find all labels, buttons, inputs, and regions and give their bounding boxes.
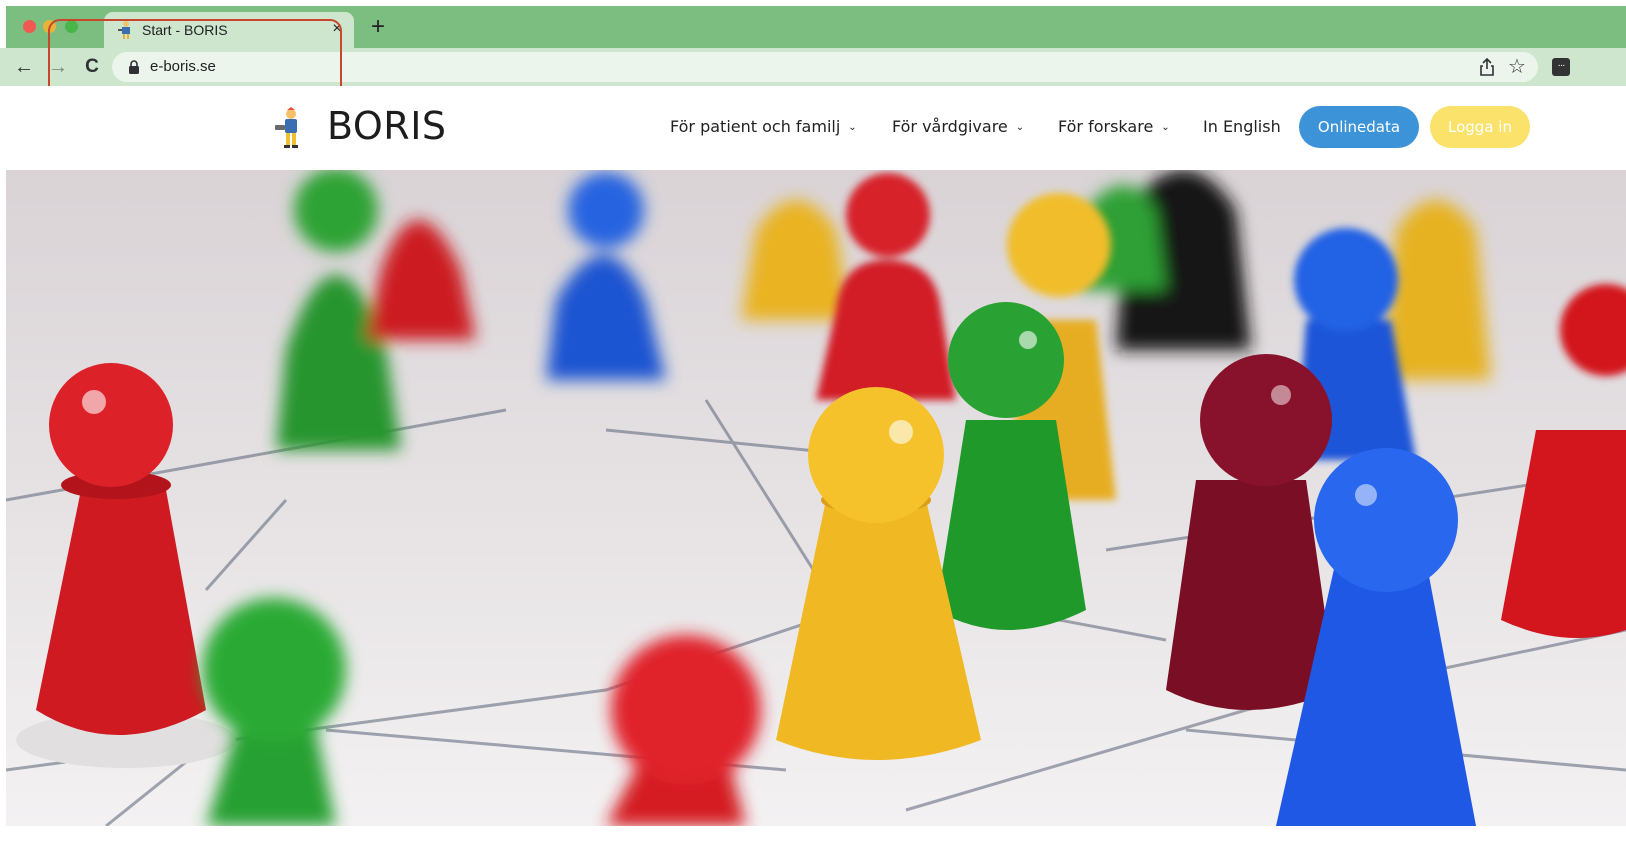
menu-researchers[interactable]: För forskare ⌄	[1058, 117, 1170, 136]
browser-tab-active[interactable]: Start - BORIS ×	[104, 12, 354, 48]
lock-icon	[129, 60, 139, 74]
minimize-window-button[interactable]	[43, 20, 56, 33]
url-text[interactable]: e-boris.se	[150, 58, 216, 75]
chevron-down-icon: ⌄	[1015, 122, 1025, 133]
site-header: BORIS För patient och familj ⌄ För vårdgi…	[6, 86, 1626, 170]
browser-tab-strip: Start - BORIS × +	[6, 6, 1626, 48]
browser-toolbar: ← → C e-boris.se ☆ ···	[0, 48, 1626, 86]
bookmark-star-icon[interactable]: ☆	[1506, 55, 1528, 79]
tab-title: Start - BORIS	[142, 22, 228, 38]
onlinedata-button[interactable]: Onlinedata	[1299, 106, 1419, 148]
share-icon[interactable]	[1478, 57, 1496, 77]
close-window-button[interactable]	[23, 20, 36, 33]
address-bar[interactable]: e-boris.se ☆	[112, 52, 1538, 82]
hero-image	[6, 170, 1626, 826]
extension-icon[interactable]: ···	[1552, 58, 1570, 76]
forward-arrow-icon[interactable]: →	[45, 54, 71, 80]
maximize-window-button[interactable]	[65, 20, 78, 33]
chevron-down-icon: ⌄	[1161, 122, 1170, 133]
menu-caregivers[interactable]: För vårdgivare ⌄	[892, 117, 1024, 136]
menu-label: För forskare	[1058, 117, 1154, 136]
tab-close-icon[interactable]: ×	[328, 20, 346, 38]
reload-icon[interactable]: C	[79, 54, 105, 80]
login-button[interactable]: Logga in	[1430, 106, 1530, 148]
menu-patient-family[interactable]: För patient och familj ⌄	[670, 117, 857, 136]
new-tab-button[interactable]: +	[366, 15, 390, 40]
back-arrow-icon[interactable]: ←	[11, 54, 37, 80]
boris-favicon-icon	[118, 21, 130, 39]
menu-label: För vårdgivare	[892, 117, 1008, 136]
site-logo-text[interactable]: BORIS	[327, 104, 447, 148]
chevron-down-icon: ⌄	[848, 122, 857, 133]
game-pawns-illustration	[6, 170, 1626, 826]
boris-logo-icon[interactable]	[274, 106, 306, 152]
menu-label: För patient och familj	[670, 117, 841, 136]
menu-in-english[interactable]: In English	[1203, 117, 1281, 136]
